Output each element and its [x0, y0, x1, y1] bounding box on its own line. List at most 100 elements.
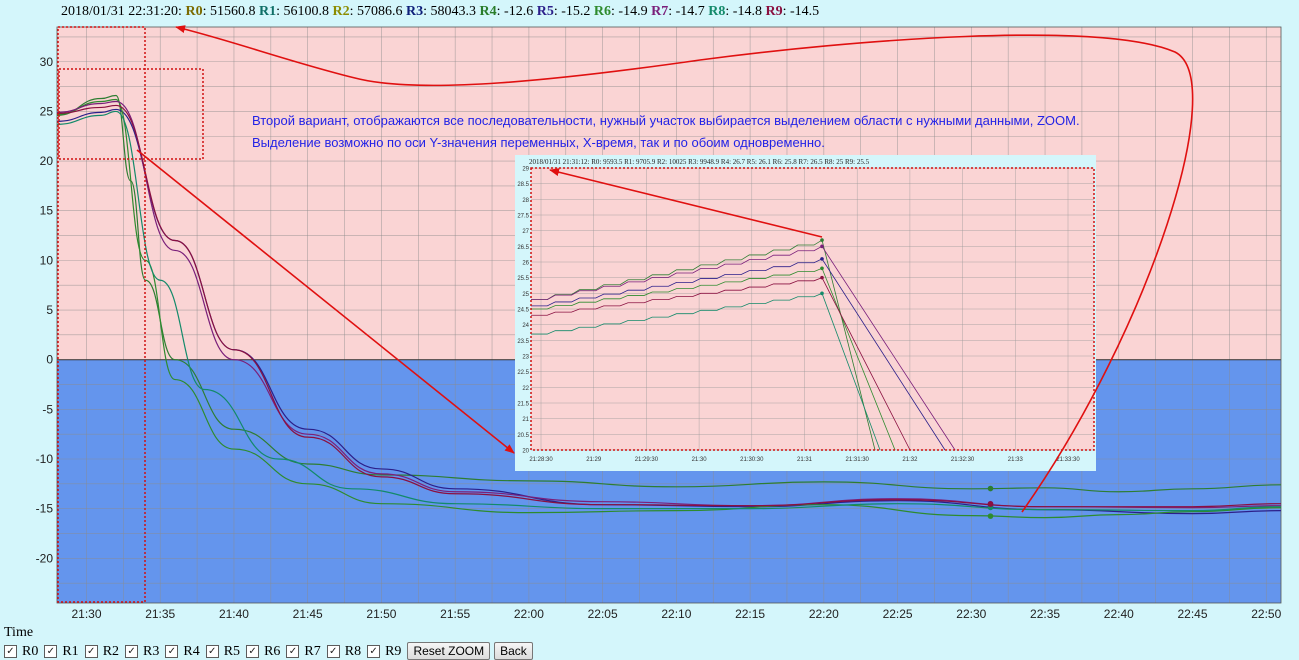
checkbox-icon[interactable]: ✓ — [84, 645, 98, 658]
y-tick-label: 30 — [40, 55, 54, 69]
inset-y-tick: 24 — [522, 323, 529, 329]
inset-y-tick: 28 — [522, 198, 529, 204]
inset-x-tick: 21:31:30 — [846, 457, 870, 463]
inset-x-tick: 21:30:30 — [740, 457, 764, 463]
checkbox-label: R1 — [62, 643, 79, 659]
reset-zoom-button[interactable]: Reset ZOOM — [407, 642, 491, 660]
series-toggle-r3[interactable]: ✓ R3 — [125, 644, 159, 660]
inset-y-tick: 25.5 — [517, 276, 529, 282]
inset-y-tick: 23.5 — [517, 339, 529, 345]
inset-x-tick: 21:32 — [902, 457, 918, 463]
checkbox-icon[interactable]: ✓ — [44, 645, 58, 658]
x-tick-label: 22:10 — [661, 607, 691, 621]
checkbox-icon[interactable]: ✓ — [165, 645, 179, 658]
inset-y-tick: 25 — [522, 292, 529, 298]
series-toggle-r2[interactable]: ✓ R2 — [84, 643, 120, 660]
series-toggle-r8[interactable]: ✓ R8 — [326, 643, 362, 660]
x-tick-label: 21:55 — [440, 607, 470, 621]
inset-y-tick: 27.5 — [517, 214, 529, 220]
inset-x-tick: 21:29 — [586, 457, 602, 463]
x-axis-label: Time — [4, 625, 34, 640]
main-chart[interactable]: 30 25 20 15 10 5 0 -5 -10 -15 -20 21:30 21:35 21:40 2… — [0, 0, 1299, 622]
annotation-line-2: Выделение возможно по оси Y-значения пер… — [252, 135, 825, 150]
inset-y-tick: 29 — [522, 167, 529, 173]
inset-y-tick: 27 — [522, 229, 529, 235]
inset-y-tick: 26 — [522, 261, 529, 267]
x-tick-label: 22:25 — [883, 607, 913, 621]
y-tick-label: -10 — [36, 452, 54, 466]
inset-y-tick: 21.5 — [517, 402, 529, 408]
y-tick-label: -20 — [36, 551, 54, 565]
x-tick-label: 22:30 — [956, 607, 986, 621]
checkbox-icon[interactable]: ✓ — [367, 645, 381, 658]
inset-peak-point — [820, 266, 824, 271]
x-tick-label: 22:45 — [1178, 607, 1208, 621]
series-toggle-r7[interactable]: ✓ R7 — [286, 643, 321, 660]
checkbox-icon[interactable]: ✓ — [286, 645, 300, 658]
inset-header: 2018/01/31 21:31:12: R0: 9593.5 R1: 9705… — [529, 158, 870, 166]
back-button[interactable]: Back — [494, 642, 533, 660]
inset-x-tick: 21:29:30 — [635, 457, 659, 463]
series-toggle-r1[interactable]: ✓ R1 — [44, 643, 79, 660]
x-tick-label: 21:45 — [293, 607, 323, 621]
cursor-point-r6 — [987, 513, 994, 519]
checkbox-label: R8 — [344, 643, 362, 659]
inset-y-tick: 24.5 — [517, 308, 529, 314]
inset-y-tick: 23 — [522, 355, 529, 361]
inset-peak-point — [820, 257, 824, 261]
x-tick-label: 22:20 — [809, 607, 839, 621]
y-tick-label: 10 — [40, 253, 54, 267]
x-tick-label: 22:40 — [1104, 607, 1134, 621]
checkbox-label: R9 — [385, 643, 402, 659]
checkbox-label: R4 — [183, 643, 200, 659]
inset-y-tick: 20 — [522, 449, 529, 455]
y-tick-label: 25 — [40, 104, 54, 118]
annotation-line-1: Второй вариант, отображаются все последо… — [252, 113, 1080, 128]
x-tick-label: 21:40 — [219, 607, 249, 621]
checkbox-label: R3 — [143, 643, 160, 659]
inset-x-tick: 21:28:30 — [529, 457, 553, 463]
inset-x-tick: 21:33:30 — [1056, 457, 1080, 463]
series-toggle-r9[interactable]: ✓ R9 — [367, 644, 401, 660]
inset-y-tick: 26.5 — [517, 245, 529, 251]
y-tick-label: 20 — [40, 154, 54, 168]
x-tick-label: 21:35 — [145, 607, 175, 621]
x-tick-label: 22:15 — [735, 607, 765, 621]
cursor-point-r4 — [987, 485, 994, 492]
inset-peak-point — [820, 291, 824, 296]
checkbox-label: R2 — [102, 643, 120, 659]
inset-y-tick: 28.5 — [517, 182, 529, 188]
inset-y-tick: 20.5 — [517, 433, 529, 439]
series-controls: ✓ R0 ✓ R1 ✓ R2 ✓ R3 ✓ R4 ✓ R5 ✓ R6 ✓ R7 ✓ R8 ✓ R9 Reset ZOO… — [4, 642, 537, 660]
x-tick-label: 22:35 — [1030, 607, 1060, 621]
checkbox-list: ✓ R0 ✓ R1 ✓ R2 ✓ R3 ✓ R4 ✓ R5 ✓ R6 ✓ R7 ✓ R8 ✓ R9 — [4, 643, 407, 660]
series-toggle-r0[interactable]: ✓ R0 — [4, 644, 38, 660]
y-tick-label: 0 — [46, 353, 53, 367]
inset-peak-point — [820, 275, 824, 280]
checkbox-icon[interactable]: ✓ — [125, 645, 139, 658]
checkbox-label: R6 — [264, 643, 281, 659]
x-tick-label: 21:30 — [71, 607, 101, 621]
y-tick-label: -5 — [42, 402, 53, 416]
y-tick-label: -15 — [36, 502, 54, 516]
inset-y-tick: 22.5 — [517, 370, 529, 376]
inset-x-tick: 21:31 — [797, 457, 813, 463]
y-tick-label: 5 — [46, 303, 53, 317]
series-toggle-r6[interactable]: ✓ R6 — [246, 644, 280, 660]
x-tick-label: 22:00 — [514, 607, 544, 621]
x-tick-label: 21:50 — [366, 607, 396, 621]
x-tick-label: 22:50 — [1251, 607, 1281, 621]
series-toggle-r5[interactable]: ✓ R5 — [205, 643, 241, 660]
checkbox-label: R7 — [304, 643, 321, 659]
checkbox-icon[interactable]: ✓ — [246, 645, 260, 658]
inset-y-tick: 21 — [522, 417, 529, 423]
checkbox-icon[interactable]: ✓ — [205, 645, 219, 658]
checkbox-icon[interactable]: ✓ — [326, 645, 340, 658]
checkbox-label: R0 — [22, 643, 39, 659]
checkbox-icon[interactable]: ✓ — [4, 645, 17, 658]
inset-y-tick: 22 — [522, 386, 529, 392]
inset-peak-point — [820, 238, 824, 242]
series-toggle-r4[interactable]: ✓ R4 — [165, 643, 200, 660]
inset-peak-point — [820, 244, 824, 249]
checkbox-label: R5 — [223, 643, 241, 659]
